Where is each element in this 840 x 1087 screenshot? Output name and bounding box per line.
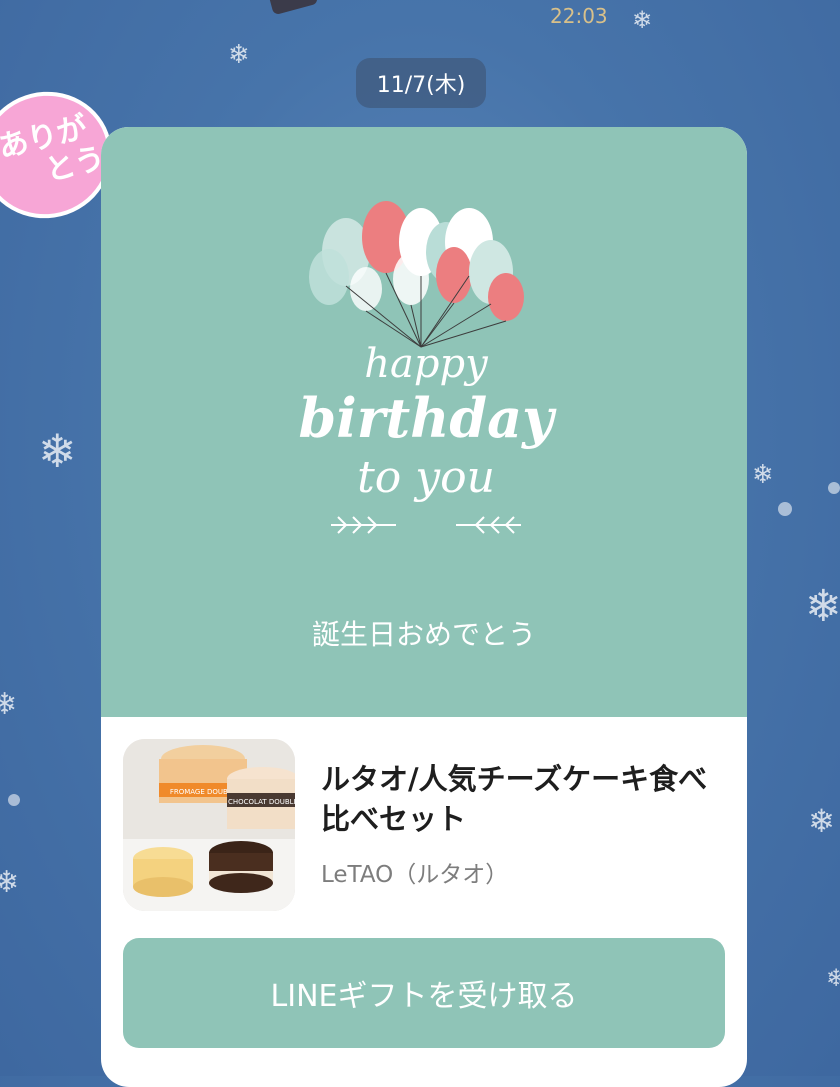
birthday-card-image: happy birthday to you 誕生日おめでとう [101, 127, 747, 717]
snowflake-icon: ❄ [0, 687, 18, 722]
gift-message-card[interactable]: happy birthday to you 誕生日おめでとう FROMAGE D… [101, 127, 747, 1087]
art-text: birthday [298, 386, 557, 450]
snowflake-icon: ❄ [0, 865, 20, 900]
partial-sticker [263, 0, 319, 16]
balloon-icon [309, 201, 524, 321]
gift-product[interactable]: FROMAGE DOUBLE CHOCOLAT DOUBLE ルタオ/人気チーズ… [101, 717, 747, 947]
date-separator: 11/7(木) [356, 58, 486, 108]
art-text: to you [357, 452, 495, 503]
snowflake-icon: ❄ [808, 802, 835, 840]
snowflake-icon: ❄ [632, 6, 653, 34]
snowflake-icon: ❄ [38, 424, 77, 478]
greeting-text: 誕生日おめでとう [311, 618, 536, 651]
snowflake-icon: ❄ [228, 40, 250, 70]
happy-birthday-artwork: happy birthday to you [298, 201, 557, 534]
product-title[interactable]: ルタオ/人気チーズケーキ食べ比べセット [321, 759, 731, 839]
product-brand: LeTAO（ルタオ） [321, 862, 509, 888]
art-text: happy [364, 341, 489, 387]
snow-dot [8, 794, 20, 806]
snowflake-icon: ❄ [805, 581, 840, 632]
leaf-flourish [331, 516, 521, 534]
thumb-label: FROMAGE DOUBLE [170, 788, 236, 796]
receive-gift-button[interactable]: LINEギフトを受け取る [123, 938, 725, 1048]
thumb-label: CHOCOLAT DOUBLE [228, 798, 295, 806]
product-thumbnail: FROMAGE DOUBLE CHOCOLAT DOUBLE [123, 739, 295, 911]
snow-dot [828, 482, 840, 494]
snowflake-icon: ❄ [826, 964, 840, 992]
snowflake-icon: ❄ [752, 460, 774, 490]
snow-dot [778, 502, 792, 516]
message-time: 22:03 [550, 4, 608, 28]
